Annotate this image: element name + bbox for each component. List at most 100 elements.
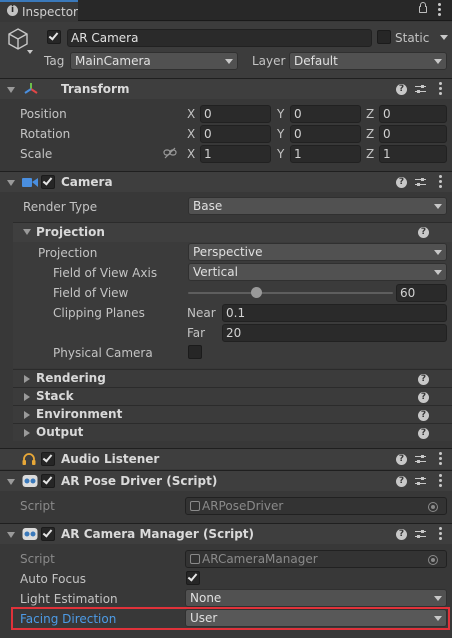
scale-x-label[interactable]: X bbox=[187, 146, 195, 162]
scale-y-label[interactable]: Y bbox=[277, 146, 284, 162]
audio-listener-header[interactable]: Audio Listener ? bbox=[0, 448, 452, 469]
pose-driver-menu-icon[interactable] bbox=[439, 474, 442, 489]
transform-help-icon[interactable]: ? bbox=[396, 84, 407, 95]
camera-manager-checkbox[interactable] bbox=[41, 527, 55, 541]
camera-manager-script-field[interactable]: ARCameraManager bbox=[185, 550, 447, 568]
projection-help-icon[interactable]: ? bbox=[418, 227, 429, 238]
transform-preset-icon[interactable] bbox=[415, 84, 426, 95]
pose-driver-help-icon[interactable]: ? bbox=[396, 476, 407, 487]
fov-axis-dropdown[interactable]: Vertical bbox=[188, 263, 447, 281]
tab-menu-icon[interactable] bbox=[438, 3, 441, 18]
gameobject-name-field[interactable]: AR Camera bbox=[67, 29, 372, 47]
constrain-proportions-icon[interactable] bbox=[163, 147, 177, 159]
pose-driver-script-field[interactable]: ARPoseDriver bbox=[185, 497, 447, 515]
camera-section-output[interactable]: Output ? bbox=[13, 423, 452, 441]
pose-driver-checkbox[interactable] bbox=[41, 474, 55, 488]
facing-direction-dropdown[interactable]: User bbox=[185, 609, 447, 627]
scale-z-field[interactable]: 1 bbox=[379, 145, 447, 163]
camera-header[interactable]: Camera ? bbox=[0, 171, 452, 192]
projection-dropdown[interactable]: Perspective bbox=[188, 243, 447, 261]
pose-driver-title: AR Pose Driver (Script) bbox=[61, 474, 218, 488]
projection-foldout-icon[interactable] bbox=[23, 229, 31, 235]
near-field[interactable]: 0.1 bbox=[222, 304, 447, 322]
position-y-label[interactable]: Y bbox=[277, 106, 284, 122]
tab-inspector[interactable]: i Inspector bbox=[0, 0, 78, 22]
camera-manager-menu-icon[interactable] bbox=[439, 527, 442, 542]
camera-menu-icon[interactable] bbox=[439, 175, 442, 190]
position-z-label[interactable]: Z bbox=[366, 106, 374, 122]
rendering-foldout-icon[interactable] bbox=[24, 375, 30, 383]
rotation-y-field[interactable]: 0 bbox=[290, 125, 361, 143]
tag-value: MainCamera bbox=[75, 54, 151, 68]
camera-manager-header[interactable]: AR Camera Manager (Script) ? bbox=[0, 523, 452, 544]
physical-camera-checkbox[interactable] bbox=[188, 345, 202, 359]
camera-preset-icon[interactable] bbox=[415, 177, 426, 188]
transform-header[interactable]: Transform ? bbox=[0, 78, 452, 99]
render-type-value: Base bbox=[193, 199, 223, 213]
environment-foldout-icon[interactable] bbox=[24, 411, 30, 419]
audio-menu-icon[interactable] bbox=[439, 452, 442, 467]
audio-listener-checkbox[interactable] bbox=[41, 452, 55, 466]
output-help-icon[interactable]: ? bbox=[418, 428, 429, 439]
far-field[interactable]: 20 bbox=[222, 324, 447, 342]
camera-icon bbox=[22, 177, 38, 188]
environment-help-icon[interactable]: ? bbox=[418, 410, 429, 421]
gameobject-cube-icon bbox=[8, 28, 28, 50]
render-type-dropdown[interactable]: Base bbox=[188, 197, 447, 215]
static-checkbox[interactable] bbox=[377, 30, 391, 44]
fov-slider-track[interactable] bbox=[188, 292, 393, 294]
transform-foldout-icon[interactable] bbox=[7, 87, 15, 93]
camera-manager-title: AR Camera Manager (Script) bbox=[61, 527, 255, 541]
camera-manager-help-icon[interactable]: ? bbox=[396, 529, 407, 540]
position-x-label[interactable]: X bbox=[187, 106, 195, 122]
render-type-label: Render Type bbox=[23, 200, 98, 214]
physical-camera-label: Physical Camera bbox=[53, 346, 153, 360]
position-z-field[interactable]: 0 bbox=[379, 105, 447, 123]
scale-y-field[interactable]: 1 bbox=[290, 145, 361, 163]
icon-dropdown-icon[interactable] bbox=[27, 50, 33, 54]
pose-driver-foldout-icon[interactable] bbox=[7, 479, 15, 485]
tab-title: Inspector bbox=[22, 5, 78, 19]
stack-foldout-icon[interactable] bbox=[24, 393, 30, 401]
camera-enabled-checkbox[interactable] bbox=[41, 175, 55, 189]
output-foldout-icon[interactable] bbox=[24, 429, 30, 437]
transform-menu-icon[interactable] bbox=[439, 82, 442, 97]
active-checkbox[interactable] bbox=[47, 30, 61, 44]
stack-help-icon[interactable]: ? bbox=[418, 392, 429, 403]
position-y-field[interactable]: 0 bbox=[290, 105, 361, 123]
audio-help-icon[interactable]: ? bbox=[396, 454, 407, 465]
rendering-help-icon[interactable]: ? bbox=[418, 374, 429, 385]
audio-listener-title: Audio Listener bbox=[61, 452, 160, 466]
rotation-x-field[interactable]: 0 bbox=[200, 125, 271, 143]
layer-dropdown[interactable]: Default bbox=[289, 52, 447, 70]
rotation-z-field[interactable]: 0 bbox=[379, 125, 447, 143]
lock-icon[interactable] bbox=[419, 6, 427, 13]
static-dropdown-icon[interactable] bbox=[440, 35, 448, 40]
scale-label: Scale bbox=[20, 147, 53, 161]
clipping-planes-label: Clipping Planes bbox=[53, 306, 145, 320]
camera-foldout-icon[interactable] bbox=[7, 180, 15, 186]
position-label: Position bbox=[20, 107, 67, 121]
transform-title: Transform bbox=[61, 82, 130, 96]
camera-section-stack[interactable]: Stack ? bbox=[13, 387, 452, 405]
auto-focus-checkbox[interactable] bbox=[186, 571, 200, 585]
position-x-field[interactable]: 0 bbox=[200, 105, 271, 123]
fov-field[interactable]: 60 bbox=[396, 284, 447, 302]
rotation-z-label[interactable]: Z bbox=[366, 126, 374, 142]
rotation-y-label[interactable]: Y bbox=[277, 126, 284, 142]
tag-dropdown[interactable]: MainCamera bbox=[70, 52, 238, 70]
camera-help-icon[interactable]: ? bbox=[396, 177, 407, 188]
scale-x-field[interactable]: 1 bbox=[200, 145, 271, 163]
camera-section-environment[interactable]: Environment ? bbox=[13, 405, 452, 423]
camera-manager-foldout-icon[interactable] bbox=[7, 532, 15, 538]
fov-axis-label: Field of View Axis bbox=[53, 266, 158, 280]
rotation-x-label[interactable]: X bbox=[187, 126, 195, 142]
camera-manager-preset-icon[interactable] bbox=[415, 529, 426, 540]
audio-preset-icon[interactable] bbox=[415, 454, 426, 465]
pose-driver-preset-icon[interactable] bbox=[415, 476, 426, 487]
fov-slider-thumb[interactable] bbox=[250, 287, 262, 298]
light-estimation-dropdown[interactable]: None bbox=[185, 589, 447, 607]
pose-driver-header[interactable]: AR Pose Driver (Script) ? bbox=[0, 470, 452, 491]
scale-z-label[interactable]: Z bbox=[366, 146, 374, 162]
camera-section-rendering[interactable]: Rendering ? bbox=[13, 369, 452, 387]
